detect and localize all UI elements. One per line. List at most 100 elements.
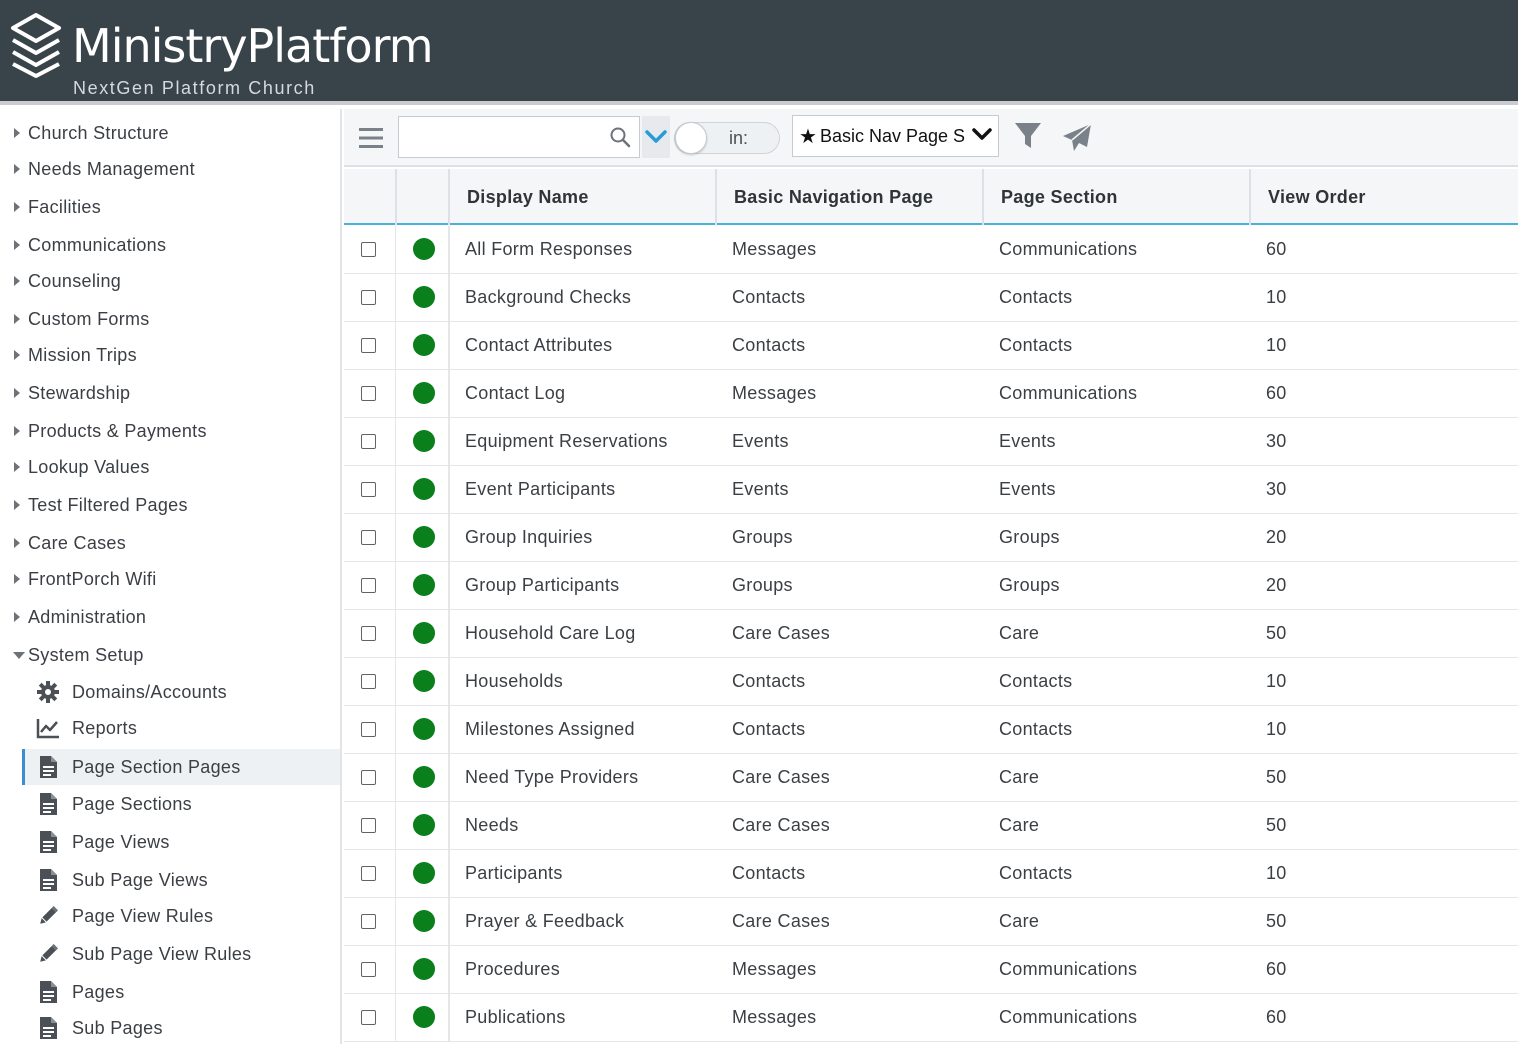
row-checkbox[interactable] <box>361 290 376 305</box>
sidebar-subitem-domains-accounts[interactable]: Domains/Accounts <box>22 674 340 710</box>
table-cell: Care <box>999 623 1040 643</box>
sidebar-subitem-sub-pages[interactable]: Sub Pages <box>22 1010 340 1044</box>
table-row[interactable]: Publications Messages Communications 60 <box>344 994 1518 1042</box>
sidebar-item-products-payments[interactable]: Products & Payments <box>0 414 340 448</box>
table-cell: 10 <box>1266 287 1287 307</box>
sidebar-subitem-label: Sub Page View Rules <box>72 943 252 964</box>
sidebar-item-church-structure[interactable]: Church Structure <box>0 116 340 150</box>
row-checkbox[interactable] <box>361 386 376 401</box>
send-icon[interactable] <box>1062 123 1092 153</box>
table-cell: Groups <box>999 527 1060 547</box>
sidebar-subitem-pages[interactable]: Pages <box>22 974 340 1010</box>
column-header-display-name[interactable]: Display Name <box>448 169 715 225</box>
sidebar-item-stewardship[interactable]: Stewardship <box>0 376 340 410</box>
search-icon[interactable] <box>609 126 631 148</box>
sidebar-subitem-reports[interactable]: Reports <box>22 710 340 746</box>
column-header-page-section[interactable]: Page Section <box>982 169 1249 225</box>
row-checkbox[interactable] <box>361 482 376 497</box>
table-row[interactable]: Group Participants Groups Groups 20 <box>344 562 1518 610</box>
column-header-basic-navigation-page[interactable]: Basic Navigation Page <box>715 169 982 225</box>
table-cell: Contacts <box>999 287 1073 307</box>
view-select[interactable]: ★ Basic Nav Page S <box>792 115 999 157</box>
hamburger-menu-icon[interactable] <box>359 127 383 149</box>
column-header-view-order[interactable]: View Order <box>1249 169 1518 225</box>
sidebar-item-mission-trips[interactable]: Mission Trips <box>0 338 340 372</box>
caret-right-icon <box>0 500 28 510</box>
row-checkbox[interactable] <box>361 866 376 881</box>
chevron-down-icon <box>645 130 667 143</box>
table-cell: 30 <box>1266 431 1287 451</box>
row-checkbox[interactable] <box>361 722 376 737</box>
sidebar-item-system-setup[interactable]: System Setup <box>0 638 340 672</box>
sidebar-item-needs-management[interactable]: Needs Management <box>0 152 340 186</box>
sidebar-item-lookup-values[interactable]: Lookup Values <box>0 450 340 484</box>
sidebar-item-custom-forms[interactable]: Custom Forms <box>0 302 340 336</box>
sidebar-subitem-page-views[interactable]: Page Views <box>22 824 340 860</box>
table-row[interactable]: Contact Attributes Contacts Contacts 10 <box>344 322 1518 370</box>
table-row[interactable]: Milestones Assigned Contacts Contacts 10 <box>344 706 1518 754</box>
table-row[interactable]: Need Type Providers Care Cases Care 50 <box>344 754 1518 802</box>
table-row[interactable]: Contact Log Messages Communications 60 <box>344 370 1518 418</box>
status-active-icon <box>413 1006 435 1028</box>
sidebar-item-care-cases[interactable]: Care Cases <box>0 526 340 560</box>
row-checkbox[interactable] <box>361 626 376 641</box>
sidebar-subitem-sub-page-views[interactable]: Sub Page Views <box>22 862 340 898</box>
sidebar-subitem-page-section-pages[interactable]: Page Section Pages <box>22 749 340 785</box>
table-cell: Contacts <box>732 671 806 691</box>
table-cell: Messages <box>732 959 817 979</box>
row-checkbox[interactable] <box>361 530 376 545</box>
sidebar-item-facilities[interactable]: Facilities <box>0 190 340 224</box>
sidebar-item-label: Facilities <box>28 196 102 217</box>
row-checkbox[interactable] <box>361 1010 376 1025</box>
row-checkbox[interactable] <box>361 770 376 785</box>
table-row[interactable]: Equipment Reservations Events Events 30 <box>344 418 1518 466</box>
row-checkbox[interactable] <box>361 242 376 257</box>
sidebar-subitem-page-view-rules[interactable]: Page View Rules <box>22 898 340 934</box>
table-row[interactable]: Background Checks Contacts Contacts 10 <box>344 274 1518 322</box>
search-input[interactable] <box>399 117 599 155</box>
table-row[interactable]: Participants Contacts Contacts 10 <box>344 850 1518 898</box>
table-cell: Contacts <box>732 335 806 355</box>
table-cell: Care Cases <box>732 623 831 643</box>
row-checkbox[interactable] <box>361 434 376 449</box>
table-row[interactable]: Household Care Log Care Cases Care 50 <box>344 610 1518 658</box>
table-row[interactable]: Prayer & Feedback Care Cases Care 50 <box>344 898 1518 946</box>
row-checkbox[interactable] <box>361 578 376 593</box>
sidebar-item-administration[interactable]: Administration <box>0 600 340 634</box>
filter-icon[interactable] <box>1014 121 1042 151</box>
sidebar-item-test-filtered-pages[interactable]: Test Filtered Pages <box>0 488 340 522</box>
table-row[interactable]: Households Contacts Contacts 10 <box>344 658 1518 706</box>
table-row[interactable]: Needs Care Cases Care 50 <box>344 802 1518 850</box>
status-active-icon <box>413 862 435 884</box>
row-checkbox[interactable] <box>361 914 376 929</box>
status-active-icon <box>413 430 435 452</box>
table-row[interactable]: Event Participants Events Events 30 <box>344 466 1518 514</box>
table-cell: 50 <box>1266 815 1287 835</box>
sidebar-subitem-page-sections[interactable]: Page Sections <box>22 786 340 822</box>
row-checkbox[interactable] <box>361 818 376 833</box>
search-in-toggle[interactable]: in: <box>674 122 780 154</box>
row-checkbox[interactable] <box>361 962 376 977</box>
table-row[interactable]: All Form Responses Messages Communications… <box>344 226 1518 274</box>
caret-right-icon <box>0 202 28 212</box>
sidebar-item-communications[interactable]: Communications <box>0 228 340 262</box>
table-cell: 60 <box>1266 239 1287 259</box>
status-active-icon <box>413 478 435 500</box>
table-row[interactable]: Group Inquiries Groups Groups 20 <box>344 514 1518 562</box>
table-cell: Groups <box>999 575 1060 595</box>
table-cell: Contacts <box>732 287 806 307</box>
row-checkbox[interactable] <box>361 674 376 689</box>
sidebar-item-counseling[interactable]: Counseling <box>0 264 340 298</box>
sidebar-subitem-label: Sub Page Views <box>72 869 208 890</box>
sidebar-subitem-sub-page-view-rules[interactable]: Sub Page View Rules <box>22 936 340 972</box>
caret-right-icon <box>0 350 28 360</box>
toggle-label: in: <box>729 128 749 148</box>
sidebar-item-frontporch-wifi[interactable]: FrontPorch Wifi <box>0 562 340 596</box>
table-cell: Contacts <box>999 671 1073 691</box>
table-row[interactable]: Procedures Messages Communications 60 <box>344 946 1518 994</box>
select-all-column[interactable] <box>344 169 395 225</box>
table-cell: 50 <box>1266 767 1287 787</box>
brand-name[interactable]: MinistryPlatform <box>72 18 434 74</box>
row-checkbox[interactable] <box>361 338 376 353</box>
search-options-button[interactable] <box>642 116 670 158</box>
